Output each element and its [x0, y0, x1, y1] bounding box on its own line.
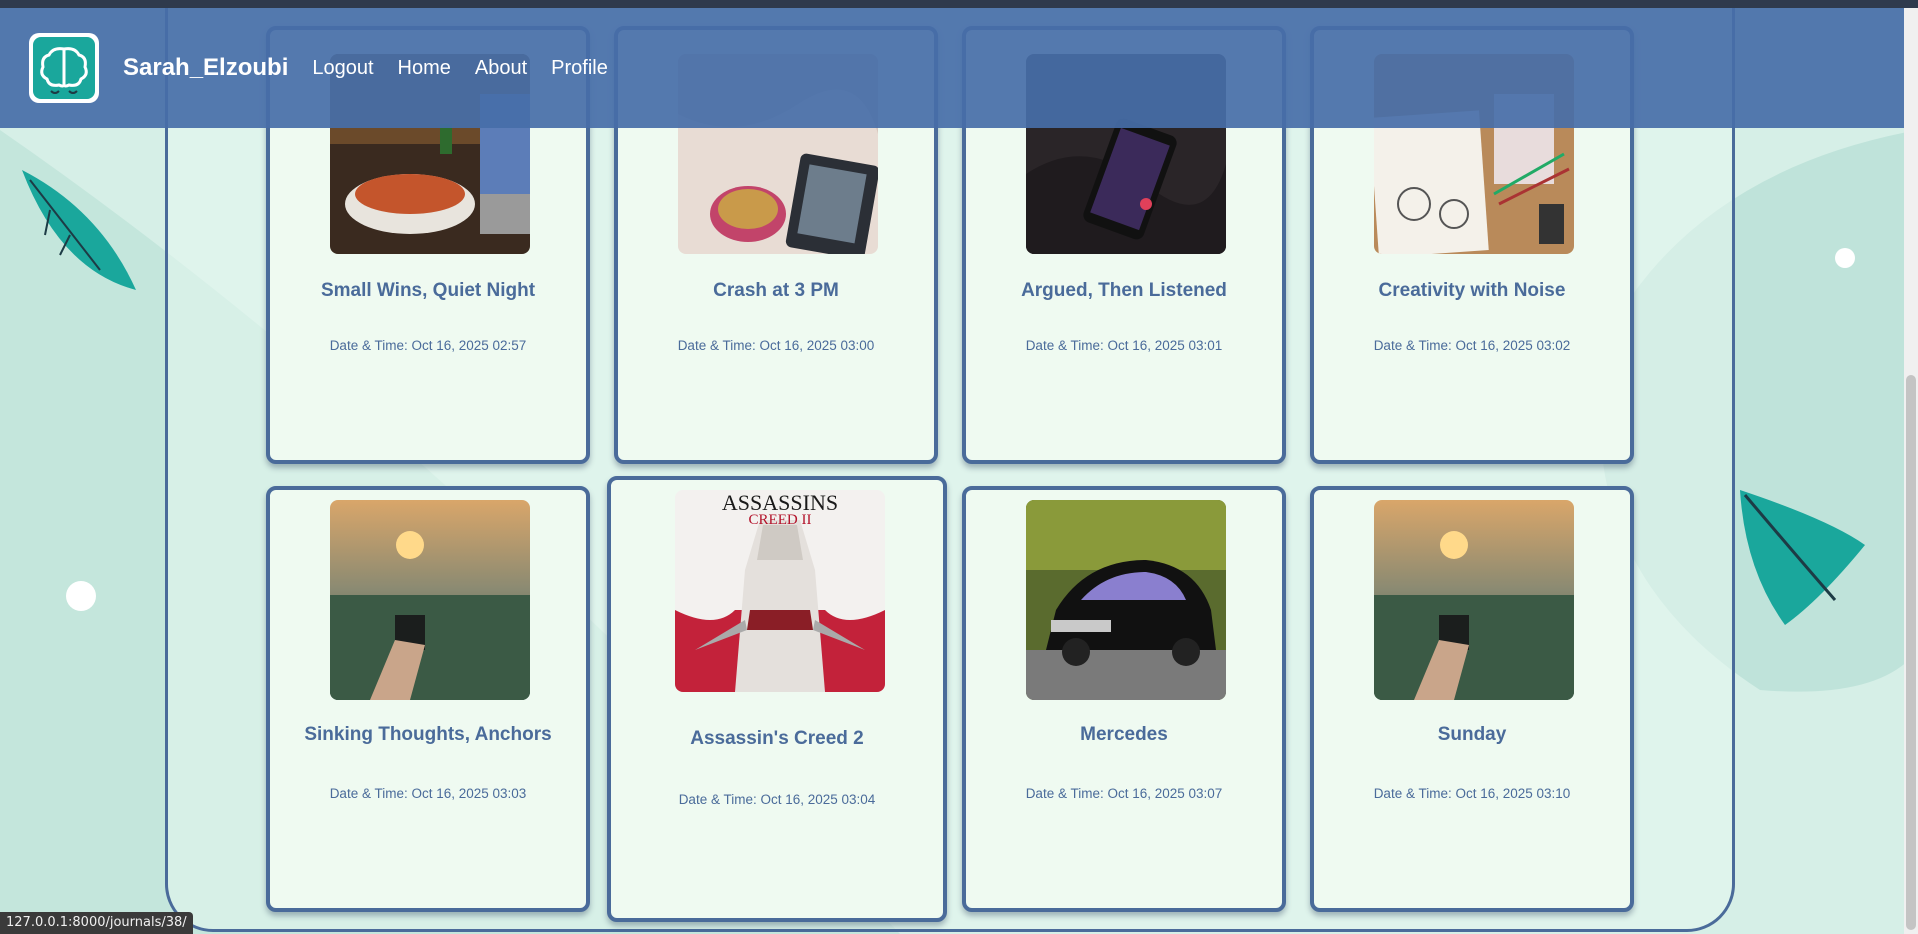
journal-title: Small Wins, Quiet Night: [320, 280, 536, 301]
journal-card-hovered[interactable]: ASSASSINS CREED II Assassin's Creed 2 Da…: [607, 476, 947, 922]
journal-date: Date & Time: Oct 16, 2025 03:03: [329, 786, 527, 801]
journal-card[interactable]: Sunday Date & Time: Oct 16, 2025 03:10: [1310, 486, 1634, 912]
journal-date: Date & Time: Oct 16, 2025 03:07: [1025, 786, 1223, 801]
cover-subtitle-text: CREED II: [749, 512, 812, 528]
journal-date: Date & Time: Oct 16, 2025 03:04: [678, 792, 876, 807]
journal-card[interactable]: Mercedes Date & Time: Oct 16, 2025 03:07: [962, 486, 1286, 912]
journal-title: Sunday: [1437, 724, 1507, 745]
journal-title: Mercedes: [1080, 724, 1168, 745]
user-brand-name[interactable]: Sarah_Elzoubi: [123, 54, 288, 82]
nav-home-link[interactable]: Home: [398, 57, 451, 80]
brain-logo-icon[interactable]: [29, 33, 99, 103]
journal-title: Argued, Then Listened: [1021, 280, 1227, 301]
journal-date: Date & Time: Oct 16, 2025 03:01: [1025, 338, 1223, 353]
scrollbar-thumb[interactable]: [1906, 375, 1916, 930]
journal-title: Crash at 3 PM: [713, 280, 839, 301]
journal-card[interactable]: Sinking Thoughts, Anchors Date & Time: O…: [266, 486, 590, 912]
journal-date: Date & Time: Oct 16, 2025 03:00: [677, 338, 875, 353]
browser-top-strip: [0, 0, 1918, 8]
journal-date: Date & Time: Oct 16, 2025 02:57: [329, 338, 527, 353]
journal-thumbnail: ASSASSINS CREED II: [675, 490, 885, 692]
nav-profile-link[interactable]: Profile: [551, 57, 608, 80]
nav-logout-link[interactable]: Logout: [312, 57, 373, 80]
journal-thumbnail: [1374, 500, 1574, 700]
journal-title: Creativity with Noise: [1378, 280, 1566, 301]
journal-date: Date & Time: Oct 16, 2025 03:10: [1373, 786, 1571, 801]
journal-date: Date & Time: Oct 16, 2025 03:02: [1373, 338, 1571, 353]
journal-thumbnail: [1026, 500, 1226, 700]
journal-title: Assassin's Creed 2: [690, 728, 864, 749]
top-navbar: Sarah_Elzoubi Logout Home About Profile: [0, 8, 1904, 128]
status-bar-url: 127.0.0.1:8000/journals/38/: [0, 912, 193, 934]
journal-title: Sinking Thoughts, Anchors: [304, 724, 552, 745]
journal-thumbnail: [330, 500, 530, 700]
nav-about-link[interactable]: About: [475, 57, 527, 80]
